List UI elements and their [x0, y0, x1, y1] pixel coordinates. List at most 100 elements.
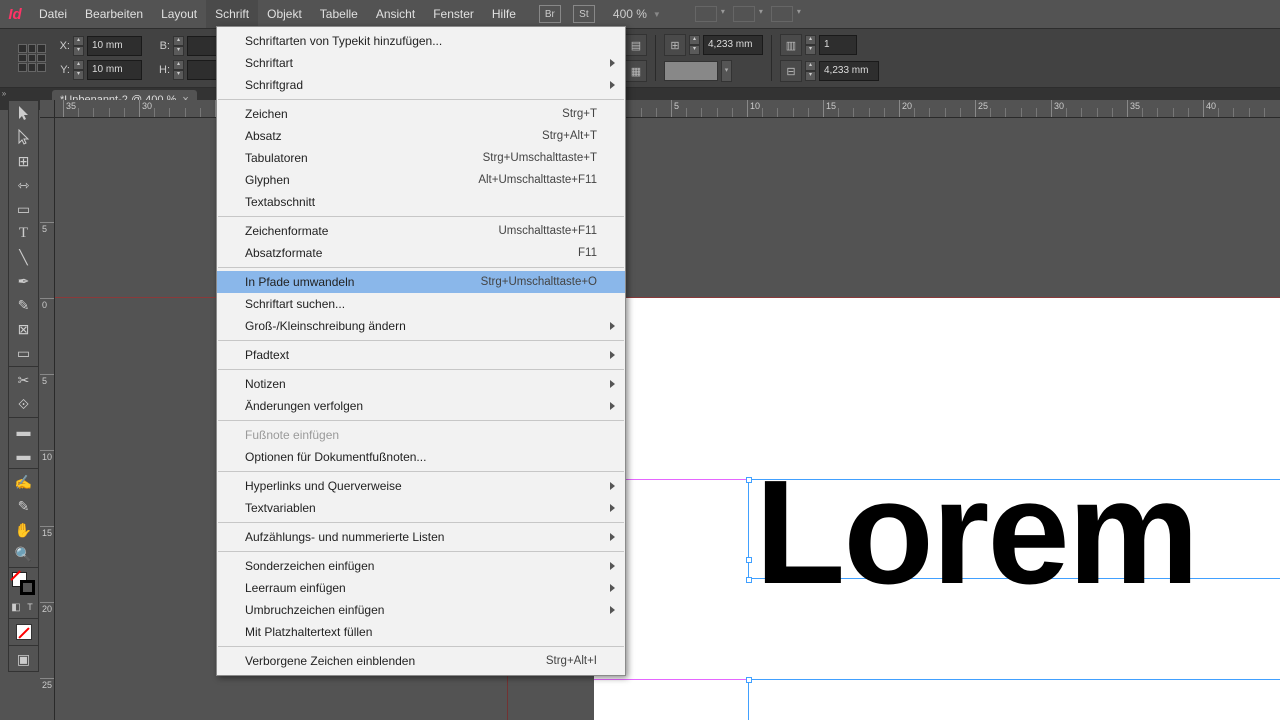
scissors-tool[interactable]: ✂: [9, 368, 38, 392]
apply-text-icon[interactable]: T: [23, 597, 37, 617]
menu-item-shortcut: Strg+Umschalttaste+T: [483, 152, 597, 164]
menu-item[interactable]: In Pfade umwandelnStrg+Umschalttaste+O: [217, 271, 625, 293]
zoom-value: 400 %: [613, 7, 647, 21]
type-tool[interactable]: T: [9, 221, 38, 245]
menu-item[interactable]: TabulatorenStrg+Umschalttaste+T: [217, 147, 625, 169]
rectangle-tool[interactable]: ▭: [9, 341, 38, 365]
menu-item[interactable]: Schriftart: [217, 52, 625, 74]
menu-item[interactable]: Mit Platzhaltertext füllen: [217, 621, 625, 643]
fill-stroke-colors[interactable]: [9, 569, 38, 597]
screen-mode-icon[interactable]: ▣: [9, 647, 38, 671]
menu-item[interactable]: Pfadtext: [217, 344, 625, 366]
frame-w-field[interactable]: 4,233 mm: [703, 35, 763, 55]
separator: [9, 645, 38, 646]
text-frame-2[interactable]: [748, 679, 1280, 720]
menu-item[interactable]: Absatzformate F11: [217, 242, 625, 264]
eyedropper-tool[interactable]: ✎: [9, 494, 38, 518]
note-tool[interactable]: ✍: [9, 470, 38, 494]
w-label: B:: [155, 40, 170, 52]
h-stepper[interactable]: ▴▾: [173, 60, 184, 80]
x-field[interactable]: 10 mm: [87, 36, 142, 56]
free-transform-tool[interactable]: ⟐: [9, 392, 38, 416]
menu-item-label: Notizen: [245, 377, 286, 391]
pen-tool[interactable]: ✒: [9, 269, 38, 293]
frame-h-field[interactable]: 4,233 mm: [819, 61, 879, 81]
menu-item[interactable]: ZeichenStrg+T: [217, 103, 625, 125]
frame-w-stepper[interactable]: ▴▾: [689, 35, 700, 55]
menu-item[interactable]: Groß-/Kleinschreibung ändern: [217, 315, 625, 337]
cols-stepper[interactable]: ▴▾: [805, 35, 816, 55]
menu-item[interactable]: AbsatzStrg+Alt+T: [217, 125, 625, 147]
menu-item-shortcut: F11: [578, 247, 597, 259]
y-stepper[interactable]: ▴▾: [73, 60, 84, 80]
x-stepper[interactable]: ▴▾: [73, 36, 84, 56]
menu-item[interactable]: GlyphenAlt+Umschalttaste+F11: [217, 169, 625, 191]
line-tool[interactable]: ╲: [9, 245, 38, 269]
menu-schrift[interactable]: Schrift: [206, 0, 258, 28]
menu-item[interactable]: Notizen: [217, 373, 625, 395]
w-stepper[interactable]: ▴▾: [173, 36, 184, 56]
reference-point-grid[interactable]: [18, 44, 46, 72]
gradient-feather-tool[interactable]: ▬: [9, 443, 38, 467]
content-collector-tool[interactable]: ▭: [9, 197, 38, 221]
divider: [771, 35, 772, 81]
menu-item[interactable]: Schriftgrad: [217, 74, 625, 96]
ruler-origin[interactable]: [40, 100, 55, 118]
zoom-tool[interactable]: 🔍: [9, 542, 38, 566]
bridge-button[interactable]: Br: [539, 5, 561, 23]
cols-icon: ▥: [780, 34, 802, 56]
direct-selection-tool[interactable]: [9, 125, 38, 149]
y-field[interactable]: 10 mm: [87, 60, 142, 80]
menu-item[interactable]: Leerraum einfügen: [217, 577, 625, 599]
menu-hilfe[interactable]: Hilfe: [483, 0, 525, 28]
menu-item[interactable]: Textabschnitt: [217, 191, 625, 213]
menu-ansicht[interactable]: Ansicht: [367, 0, 424, 28]
menu-bearbeiten[interactable]: Bearbeiten: [76, 0, 152, 28]
wrap-jump2-icon[interactable]: ▦: [625, 60, 647, 82]
apply-none-icon[interactable]: [9, 620, 38, 644]
menu-objekt[interactable]: Objekt: [258, 0, 311, 28]
pencil-tool[interactable]: ✎: [9, 293, 38, 317]
menu-item[interactable]: Schriftarten von Typekit hinzufügen...: [217, 30, 625, 52]
menu-item[interactable]: Sonderzeichen einfügen: [217, 555, 625, 577]
gradient-dd-icon[interactable]: ▾: [721, 60, 732, 82]
cols-field[interactable]: 1: [819, 35, 857, 55]
menu-item-label: Absatzformate: [245, 246, 322, 260]
menu-item[interactable]: Schriftart suchen...: [217, 293, 625, 315]
menu-item-label: Zeichenformate: [245, 224, 328, 238]
view-mode-a-button[interactable]: [695, 6, 717, 22]
menu-item[interactable]: Umbruchzeichen einfügen: [217, 599, 625, 621]
gradient-field[interactable]: [664, 61, 718, 81]
panel-collapse-icon[interactable]: »: [0, 88, 8, 100]
menu-item[interactable]: ZeichenformateUmschalttaste+F11: [217, 220, 625, 242]
menu-item[interactable]: Verborgene Zeichen einblendenStrg+Alt+I: [217, 650, 625, 672]
vertical-ruler[interactable]: 505101520253035: [40, 118, 55, 720]
gap-tool[interactable]: ⇿: [9, 173, 38, 197]
menu-item[interactable]: Änderungen verfolgen: [217, 395, 625, 417]
stock-button[interactable]: St: [573, 5, 595, 23]
view-mode-c-button[interactable]: [771, 6, 793, 22]
rectangle-frame-tool[interactable]: ⊠: [9, 317, 38, 341]
toolbox: ⊞ ⇿ ▭ T ╲ ✒ ✎ ⊠ ▭ ✂ ⟐ ▬ ▬ ✍ ✎ ✋ 🔍 ◧T ▣: [8, 100, 39, 672]
menu-item[interactable]: Aufzählungs- und nummerierte Listen: [217, 526, 625, 548]
text-frame[interactable]: Lorem: [748, 479, 1280, 579]
menu-layout[interactable]: Layout: [152, 0, 206, 28]
menu-item[interactable]: Optionen für Dokumentfußnoten...: [217, 446, 625, 468]
menu-item[interactable]: Textvariablen: [217, 497, 625, 519]
menu-item-label: Schriftart: [245, 56, 293, 70]
menu-datei[interactable]: Datei: [30, 0, 76, 28]
menu-tabelle[interactable]: Tabelle: [311, 0, 367, 28]
menu-fenster[interactable]: Fenster: [424, 0, 483, 28]
frame-h-stepper[interactable]: ▴▾: [805, 61, 816, 81]
menu-item-label: Fußnote einfügen: [245, 428, 339, 442]
selection-tool[interactable]: [9, 101, 38, 125]
apply-color-icon[interactable]: ◧: [9, 597, 23, 617]
page-tool[interactable]: ⊞: [9, 149, 38, 173]
zoom-dropdown[interactable]: 400 % ▼: [613, 7, 661, 21]
hand-tool[interactable]: ✋: [9, 518, 38, 542]
wrap-around-icon[interactable]: ▤: [625, 34, 647, 56]
menu-item[interactable]: Hyperlinks und Querverweise: [217, 475, 625, 497]
view-mode-b-button[interactable]: [733, 6, 755, 22]
gradient-swatch-tool[interactable]: ▬: [9, 419, 38, 443]
frame-w-icon: ⊞: [664, 34, 686, 56]
